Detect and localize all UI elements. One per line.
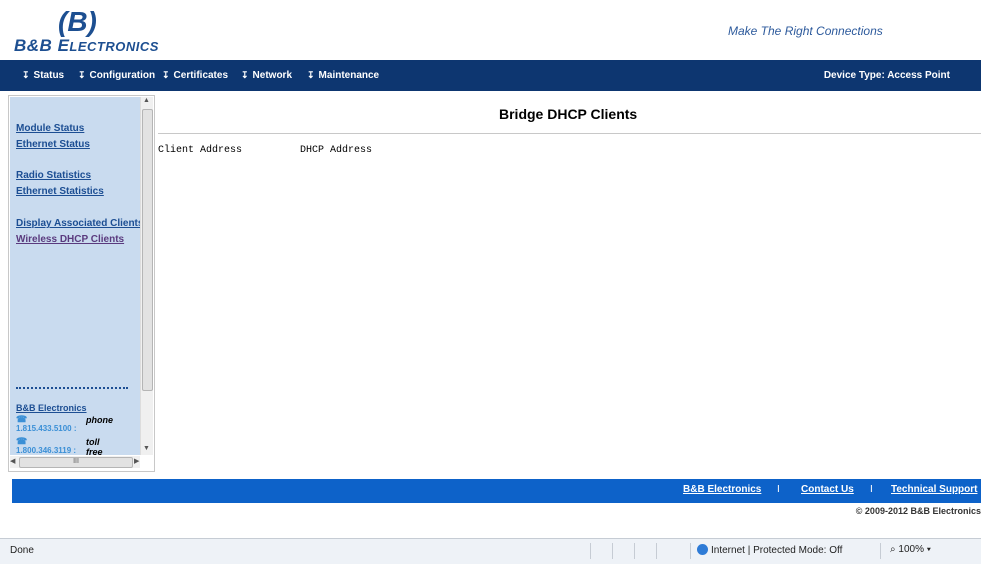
down-arrow-icon: ↧ [307,70,315,80]
footer-separator: I [870,484,873,495]
down-arrow-icon: ↧ [162,70,170,80]
sidebar-item-module-status[interactable]: Module Status [16,123,84,134]
down-arrow-icon: ↧ [241,70,249,80]
scroll-right-icon[interactable]: ▶ [134,457,139,465]
footer-link-contact-us[interactable]: Contact Us [801,479,854,503]
sidebar-company-link[interactable]: B&B Electronics [16,403,87,413]
tagline: Make The Right Connections [728,24,883,38]
tollfree-row: ☎ 1.800.346.3119 : toll free [16,436,103,458]
column-header-client-address: Client Address [158,145,243,156]
sidebar-item-display-associated-clients[interactable]: Display Associated Clients [16,218,143,229]
hscroll-thumb[interactable]: III [19,457,133,468]
sidebar-item-wireless-dhcp-clients[interactable]: Wireless DHCP Clients [16,234,124,245]
phone-number: 1.815.433.5100 [16,424,72,433]
zoom-control[interactable]: ⌕ 100% ▾ [890,544,931,555]
copyright: © 2009-2012 B&B Electronics [855,506,981,516]
dotted-divider [16,387,128,389]
nav-configuration[interactable]: ↧ Configuration [78,60,155,91]
nav-maintenance[interactable]: ↧ Maintenance [307,60,379,91]
down-arrow-icon: ↧ [78,70,86,80]
chevron-down-icon: ▾ [926,544,931,555]
page-title: Bridge DHCP Clients [499,106,638,122]
device-type: Device Type: Access Point [823,70,950,81]
sidebar-item-radio-statistics[interactable]: Radio Statistics [16,170,91,181]
status-pane-divider [634,543,635,559]
scroll-thumb[interactable] [142,109,153,391]
down-arrow-icon: ↧ [22,70,30,80]
nav-status[interactable]: ↧ Status [22,60,64,91]
phone-row: ☎ 1.815.433.5100 : phone [16,414,113,434]
sidebar-frame: Module Status Ethernet Status Radio Stat… [8,95,155,472]
phone-icon: ☎ [16,436,28,446]
footer-link-bb-electronics[interactable]: B&B Electronics [683,479,761,503]
browser-status-bar: Done Internet | Protected Mode: Off ⌕ 10… [0,538,981,564]
security-zone[interactable]: Internet | Protected Mode: Off [697,544,842,556]
logo-mark: (B) [58,6,97,37]
sidebar-horizontal-scrollbar[interactable]: ◀ III ▶ [10,456,140,468]
zoom-icon: ⌕ [890,544,896,555]
status-pane-divider [612,543,613,559]
logo-text: B&B ELECTRONICS [14,36,159,55]
scroll-left-icon[interactable]: ◀ [10,457,15,465]
footer-separator: I [777,484,780,495]
footer-link-technical-support[interactable]: Technical Support [891,479,978,503]
phone-icon: ☎ [16,414,28,424]
status-pane-divider [880,543,881,559]
scroll-up-icon[interactable]: ▲ [143,97,150,104]
sidebar-item-ethernet-statistics[interactable]: Ethernet Statistics [16,186,104,197]
footer-bar: B&B Electronics I Contact Us I Technical… [12,479,981,503]
scroll-down-icon[interactable]: ▼ [143,445,150,452]
header: (B) B&B ELECTRONICS Make The Right Conne… [0,0,981,60]
title-divider [158,133,981,134]
sidebar-panel: Module Status Ethernet Status Radio Stat… [10,97,143,458]
phone-label: phone [86,415,113,425]
status-pane-divider [656,543,657,559]
bb-logo[interactable]: (B) B&B ELECTRONICS [14,6,204,58]
top-nav: ↧ Status ↧ Configuration ↧ Certificates ↧ Ne… [0,60,981,91]
status-pane-divider [690,543,691,559]
column-header-dhcp-address: DHCP Address [300,145,373,156]
status-text: Done [10,545,34,556]
tollfree-label: toll free [86,437,103,457]
nav-certificates[interactable]: ↧ Certificates [162,60,228,91]
tollfree-number: 1.800.346.3119 [16,446,72,455]
globe-icon [697,544,708,555]
sidebar-vertical-scrollbar[interactable]: ▲ ▼ [140,97,153,455]
sidebar-item-ethernet-status[interactable]: Ethernet Status [16,139,90,150]
status-pane-divider [590,543,591,559]
nav-network[interactable]: ↧ Network [241,60,292,91]
